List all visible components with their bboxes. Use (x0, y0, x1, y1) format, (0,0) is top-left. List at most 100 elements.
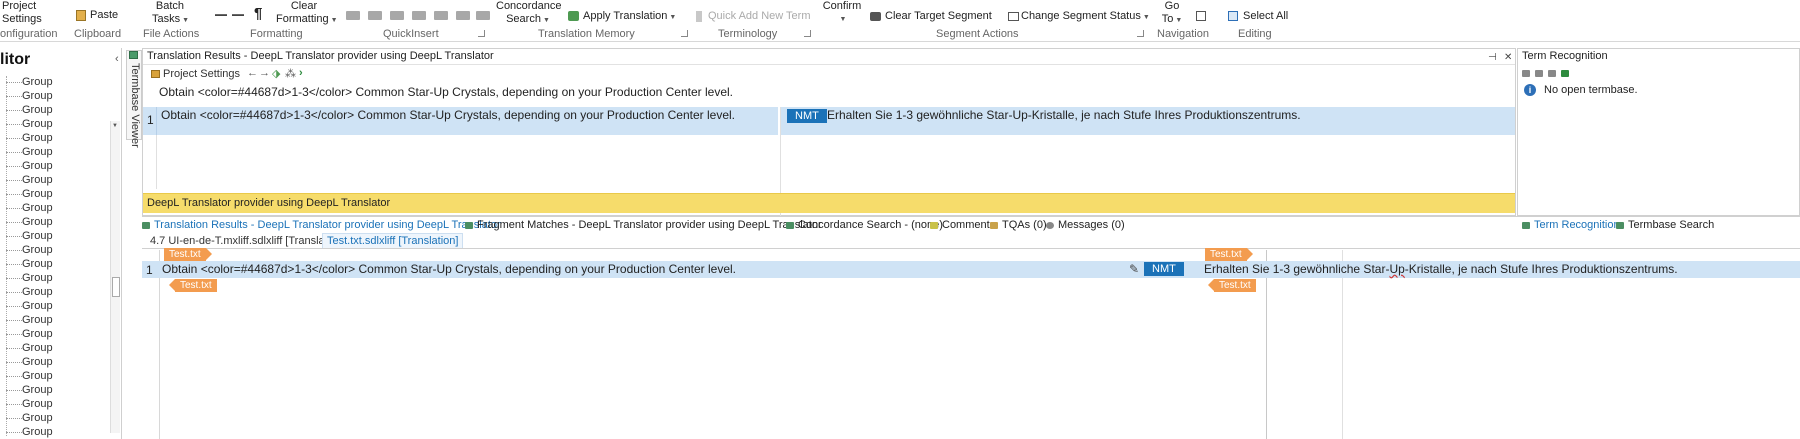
scrollbar[interactable]: ▼ (110, 121, 120, 433)
change-segment-status-button[interactable]: Change Segment Status ▼ (1008, 10, 1150, 24)
row-gutter (143, 135, 157, 189)
target-close-tag[interactable]: Test.txt (1208, 279, 1256, 292)
bold-small-icon[interactable]: ▬▬ (215, 12, 227, 18)
tree-item-group[interactable]: Group (0, 76, 53, 90)
tree-item-group[interactable]: Group (0, 356, 53, 370)
term-tool-icon-1[interactable] (1522, 70, 1530, 77)
tree-item-group[interactable]: Group (0, 342, 53, 356)
termbase-viewer-tab[interactable]: Termbase Viewer (126, 50, 142, 148)
project-settings-icon (151, 70, 160, 78)
tree-item-group[interactable]: Group (0, 286, 53, 300)
segment-target[interactable]: Erhalten Sie 1-3 gewöhnliche Star-Up-Kri… (1204, 262, 1678, 276)
tree-item-group[interactable]: Group (0, 398, 53, 412)
tree-item-group[interactable]: Group (0, 188, 53, 202)
clear-formatting-button[interactable]: Clear Formatting ▼ (276, 0, 338, 27)
quickinsert-icon-4[interactable] (412, 11, 426, 20)
chevron-right-icon[interactable]: › (299, 67, 303, 79)
tree-item-group[interactable]: Group (0, 216, 53, 230)
go-to-button[interactable]: Go To ▼ (1158, 0, 1186, 27)
quick-add-new-term-button[interactable]: Quick Add New Term (696, 10, 811, 23)
tree-item-group[interactable]: Group (0, 328, 53, 342)
quickinsert-icon-5[interactable] (434, 11, 448, 20)
tree-connector-line (6, 123, 22, 125)
arrow-left-icon[interactable]: ← (247, 67, 258, 79)
tree-item-group[interactable]: Group (0, 300, 53, 314)
tree-connector-line (6, 291, 22, 293)
doc-tab-test-txt[interactable]: Test.txt.sdlxliff [Translation] (322, 233, 464, 248)
tree-connector-line (6, 193, 22, 195)
quickinsert-icon-1[interactable] (346, 11, 360, 20)
italic-small-icon[interactable]: ▬▬ (232, 12, 244, 18)
tree-item-group[interactable]: Group (0, 244, 53, 258)
batch-tasks-button[interactable]: Batch Tasks ▼ (152, 0, 189, 27)
tree-connector-line (6, 403, 22, 405)
tree-item-group[interactable]: Group (0, 258, 53, 272)
group-label-terminology: Terminology (718, 28, 778, 40)
tab-termbase-search[interactable]: Termbase Search (1616, 219, 1714, 231)
clear-target-segment-button[interactable]: Clear Target Segment (870, 10, 992, 23)
tree-item-group[interactable]: Group (0, 230, 53, 244)
tree-item-group[interactable]: Group (0, 146, 53, 160)
apply-translation-icon (568, 11, 579, 22)
quickinsert-icon-6[interactable] (456, 11, 470, 20)
result-row[interactable]: 1 Obtain <color=#44687d>1-3</color> Comm… (143, 107, 1515, 217)
paste-button[interactable]: Paste (76, 9, 118, 22)
project-settings-button[interactable]: Project Settings (2, 0, 42, 26)
close-icon[interactable]: ✕ (1504, 50, 1512, 65)
term-recognition-icon (1522, 221, 1530, 229)
segment-row[interactable]: 1 Obtain <color=#44687d>1-3</color> Comm… (142, 261, 1800, 278)
tree-item-group[interactable]: Group (0, 90, 53, 104)
tab-messages[interactable]: Messages (0) (1046, 219, 1125, 231)
go-label: Go (1164, 0, 1180, 12)
dialog-launcher-icon[interactable] (681, 30, 688, 37)
source-open-tag[interactable]: Test.txt (164, 248, 212, 261)
quickinsert-icon-2[interactable] (368, 11, 382, 20)
dialog-launcher-icon[interactable] (478, 30, 485, 37)
target-open-tag[interactable]: Test.txt (1205, 248, 1253, 261)
tree-item-group[interactable]: Group (0, 104, 53, 118)
doc-tab-ui-en-de[interactable]: 4.7 UI-en-de-T.mxliff.sdlxliff [Translat… (146, 234, 349, 248)
term-tool-icon-2[interactable] (1535, 70, 1543, 77)
quickinsert-icon-3[interactable] (390, 11, 404, 20)
tree-item-group[interactable]: Group (0, 272, 53, 286)
tab-tqas[interactable]: TQAs (0) (990, 219, 1047, 231)
segment-source[interactable]: Obtain <color=#44687d>1-3</color> Common… (162, 262, 736, 276)
navigation-icon-button[interactable] (1196, 10, 1206, 23)
tab-label: Translation Results - DeepL Translator p… (154, 219, 501, 231)
tab-comments[interactable]: Comments (930, 219, 995, 231)
tree-item-group[interactable]: Group (0, 314, 53, 328)
chevron-left-icon[interactable]: ‹ (115, 53, 119, 65)
source-close-tag[interactable]: Test.txt (169, 279, 217, 292)
filter-icon[interactable]: ⁂ (285, 67, 296, 80)
apply-translation-button[interactable]: Apply Translation ▼ (568, 10, 676, 24)
tab-translation-results[interactable]: Translation Results - DeepL Translator p… (142, 219, 501, 231)
tree-item-group[interactable]: Group (0, 132, 53, 146)
tree-item-group[interactable]: Group (0, 426, 53, 439)
scrollbar-thumb[interactable] (112, 277, 120, 297)
select-all-button[interactable]: Select All (1228, 10, 1288, 23)
tree-item-group[interactable]: Group (0, 412, 53, 426)
term-tool-icon-4[interactable] (1561, 70, 1569, 77)
dialog-launcher-icon[interactable] (1137, 30, 1144, 37)
paragraph-icon[interactable]: ¶ (254, 6, 262, 21)
tree-item-group[interactable]: Group (0, 370, 53, 384)
tab-fragment-matches[interactable]: Fragment Matches - DeepL Translator prov… (465, 219, 822, 231)
arrow-right-icon[interactable]: → (259, 67, 270, 79)
tab-concordance-search[interactable]: Concordance Search - (none) (786, 219, 943, 231)
tab-term-recognition[interactable]: Term Recognition (1522, 219, 1620, 231)
project-settings-link[interactable]: Project Settings (163, 68, 240, 80)
tree-item-group[interactable]: Group (0, 118, 53, 132)
dialog-launcher-icon[interactable] (804, 30, 811, 37)
tree-item-group[interactable]: Group (0, 384, 53, 398)
tree-item-group[interactable]: Group (0, 174, 53, 188)
apply-icon[interactable]: ⬗ (272, 67, 280, 80)
messages-icon (1046, 221, 1054, 229)
pin-icon[interactable]: ⊣ (1488, 50, 1497, 65)
quickinsert-icon-7[interactable] (476, 11, 490, 20)
term-tool-icon-3[interactable] (1548, 70, 1556, 77)
concordance-search-button[interactable]: Concordance Search ▼ (496, 0, 561, 27)
confirm-button[interactable]: Confirm ▼ (822, 0, 862, 26)
tree-item-group[interactable]: Group (0, 160, 53, 174)
scroll-down-icon[interactable]: ▼ (112, 123, 118, 129)
tree-item-group[interactable]: Group (0, 202, 53, 216)
